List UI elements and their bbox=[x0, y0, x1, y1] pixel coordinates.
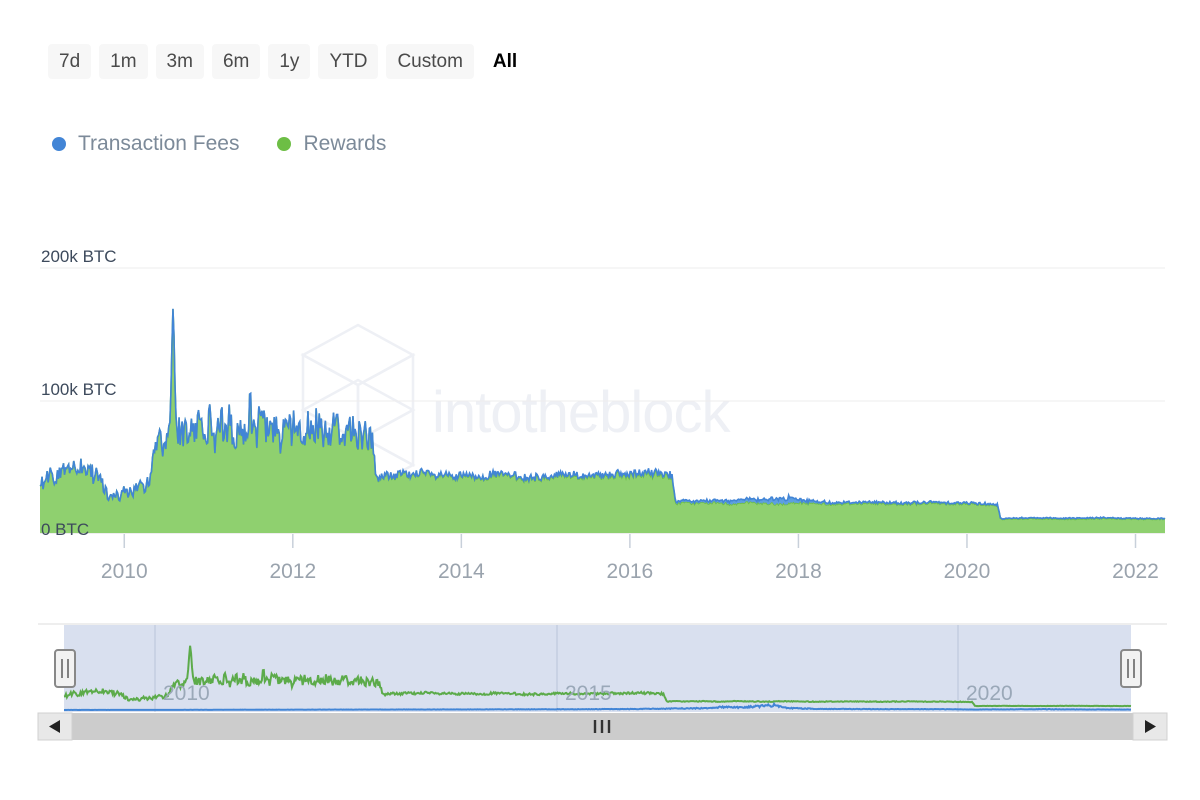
x-axis-label-2018: 2018 bbox=[775, 560, 822, 583]
range-button-7d[interactable]: 7d bbox=[48, 44, 92, 79]
range-button-custom[interactable]: Custom bbox=[386, 44, 474, 79]
y-axis-label-200k: 200k BTC bbox=[41, 247, 117, 266]
scrollbar-left-button[interactable] bbox=[37, 712, 73, 741]
x-axis-label-2010: 2010 bbox=[101, 560, 148, 583]
x-axis-label-2012: 2012 bbox=[269, 560, 316, 583]
scroll-right-arrow-icon bbox=[1145, 720, 1156, 733]
chart-legend: Transaction Fees Rewards bbox=[52, 132, 386, 156]
scrollbar-grip-icon[interactable] bbox=[593, 720, 611, 733]
navigator-label-2015: 2015 bbox=[565, 682, 612, 705]
watermark-logo-icon bbox=[300, 323, 416, 497]
navigator-label-2020: 2020 bbox=[966, 682, 1013, 705]
scrollbar-right-button[interactable] bbox=[1132, 712, 1168, 741]
navigator-scrollbar[interactable] bbox=[37, 712, 1168, 741]
navigator-selection-mask[interactable] bbox=[64, 625, 1131, 712]
x-axis-label-2014: 2014 bbox=[438, 560, 485, 583]
navigator-series-line-transaction-fees bbox=[64, 701, 1132, 711]
x-axis: 2010 2012 2014 2016 2018 2020 2022 bbox=[101, 534, 1159, 583]
y-axis-label-0: 0 BTC bbox=[41, 520, 89, 539]
x-axis-label-2022: 2022 bbox=[1112, 560, 1159, 583]
legend-dot-icon-transaction-fees bbox=[52, 137, 66, 151]
navigator-label-2010: 2010 bbox=[163, 682, 210, 705]
range-button-ytd[interactable]: YTD bbox=[318, 44, 379, 79]
watermark-text: intotheblock bbox=[432, 380, 732, 445]
range-button-1y[interactable]: 1y bbox=[268, 44, 311, 79]
series-line-transaction-fees bbox=[39, 308, 1166, 521]
legend-item-transaction-fees[interactable]: Transaction Fees bbox=[52, 132, 239, 156]
range-button-6m[interactable]: 6m bbox=[211, 44, 261, 79]
range-button-1m[interactable]: 1m bbox=[99, 44, 148, 79]
series-area-group bbox=[39, 308, 1166, 533]
navigator-series-line-rewards bbox=[63, 645, 1132, 708]
watermark-intotheblock: intotheblock bbox=[300, 323, 733, 497]
x-axis-label-2016: 2016 bbox=[607, 560, 654, 583]
y-axis-label-100k: 100k BTC bbox=[41, 380, 117, 399]
scrollbar-track[interactable] bbox=[38, 713, 1167, 740]
series-line-rewards bbox=[39, 308, 1166, 521]
series-area-transaction-fees bbox=[40, 308, 1165, 520]
range-button-all[interactable]: All bbox=[482, 44, 528, 79]
legend-dot-icon-rewards bbox=[277, 137, 292, 151]
scroll-left-arrow-icon bbox=[49, 720, 60, 733]
chart-plot-area[interactable]: intotheblock 200k BTC 100k BTC 0 BTC 201… bbox=[0, 0, 1200, 800]
navigator-background bbox=[40, 624, 1165, 712]
navigator-handle-right[interactable] bbox=[1120, 649, 1142, 688]
series-area-rewards bbox=[40, 309, 1165, 533]
range-selector[interactable]: 7d 1m 3m 6m 1y YTD Custom All bbox=[48, 44, 528, 79]
legend-label-rewards: Rewards bbox=[303, 132, 387, 155]
legend-label-transaction-fees: Transaction Fees bbox=[78, 132, 240, 155]
range-button-3m[interactable]: 3m bbox=[155, 44, 204, 79]
legend-item-rewards[interactable]: Rewards bbox=[277, 132, 386, 156]
navigator-handle-left[interactable] bbox=[54, 649, 76, 688]
x-axis-label-2020: 2020 bbox=[944, 560, 991, 583]
